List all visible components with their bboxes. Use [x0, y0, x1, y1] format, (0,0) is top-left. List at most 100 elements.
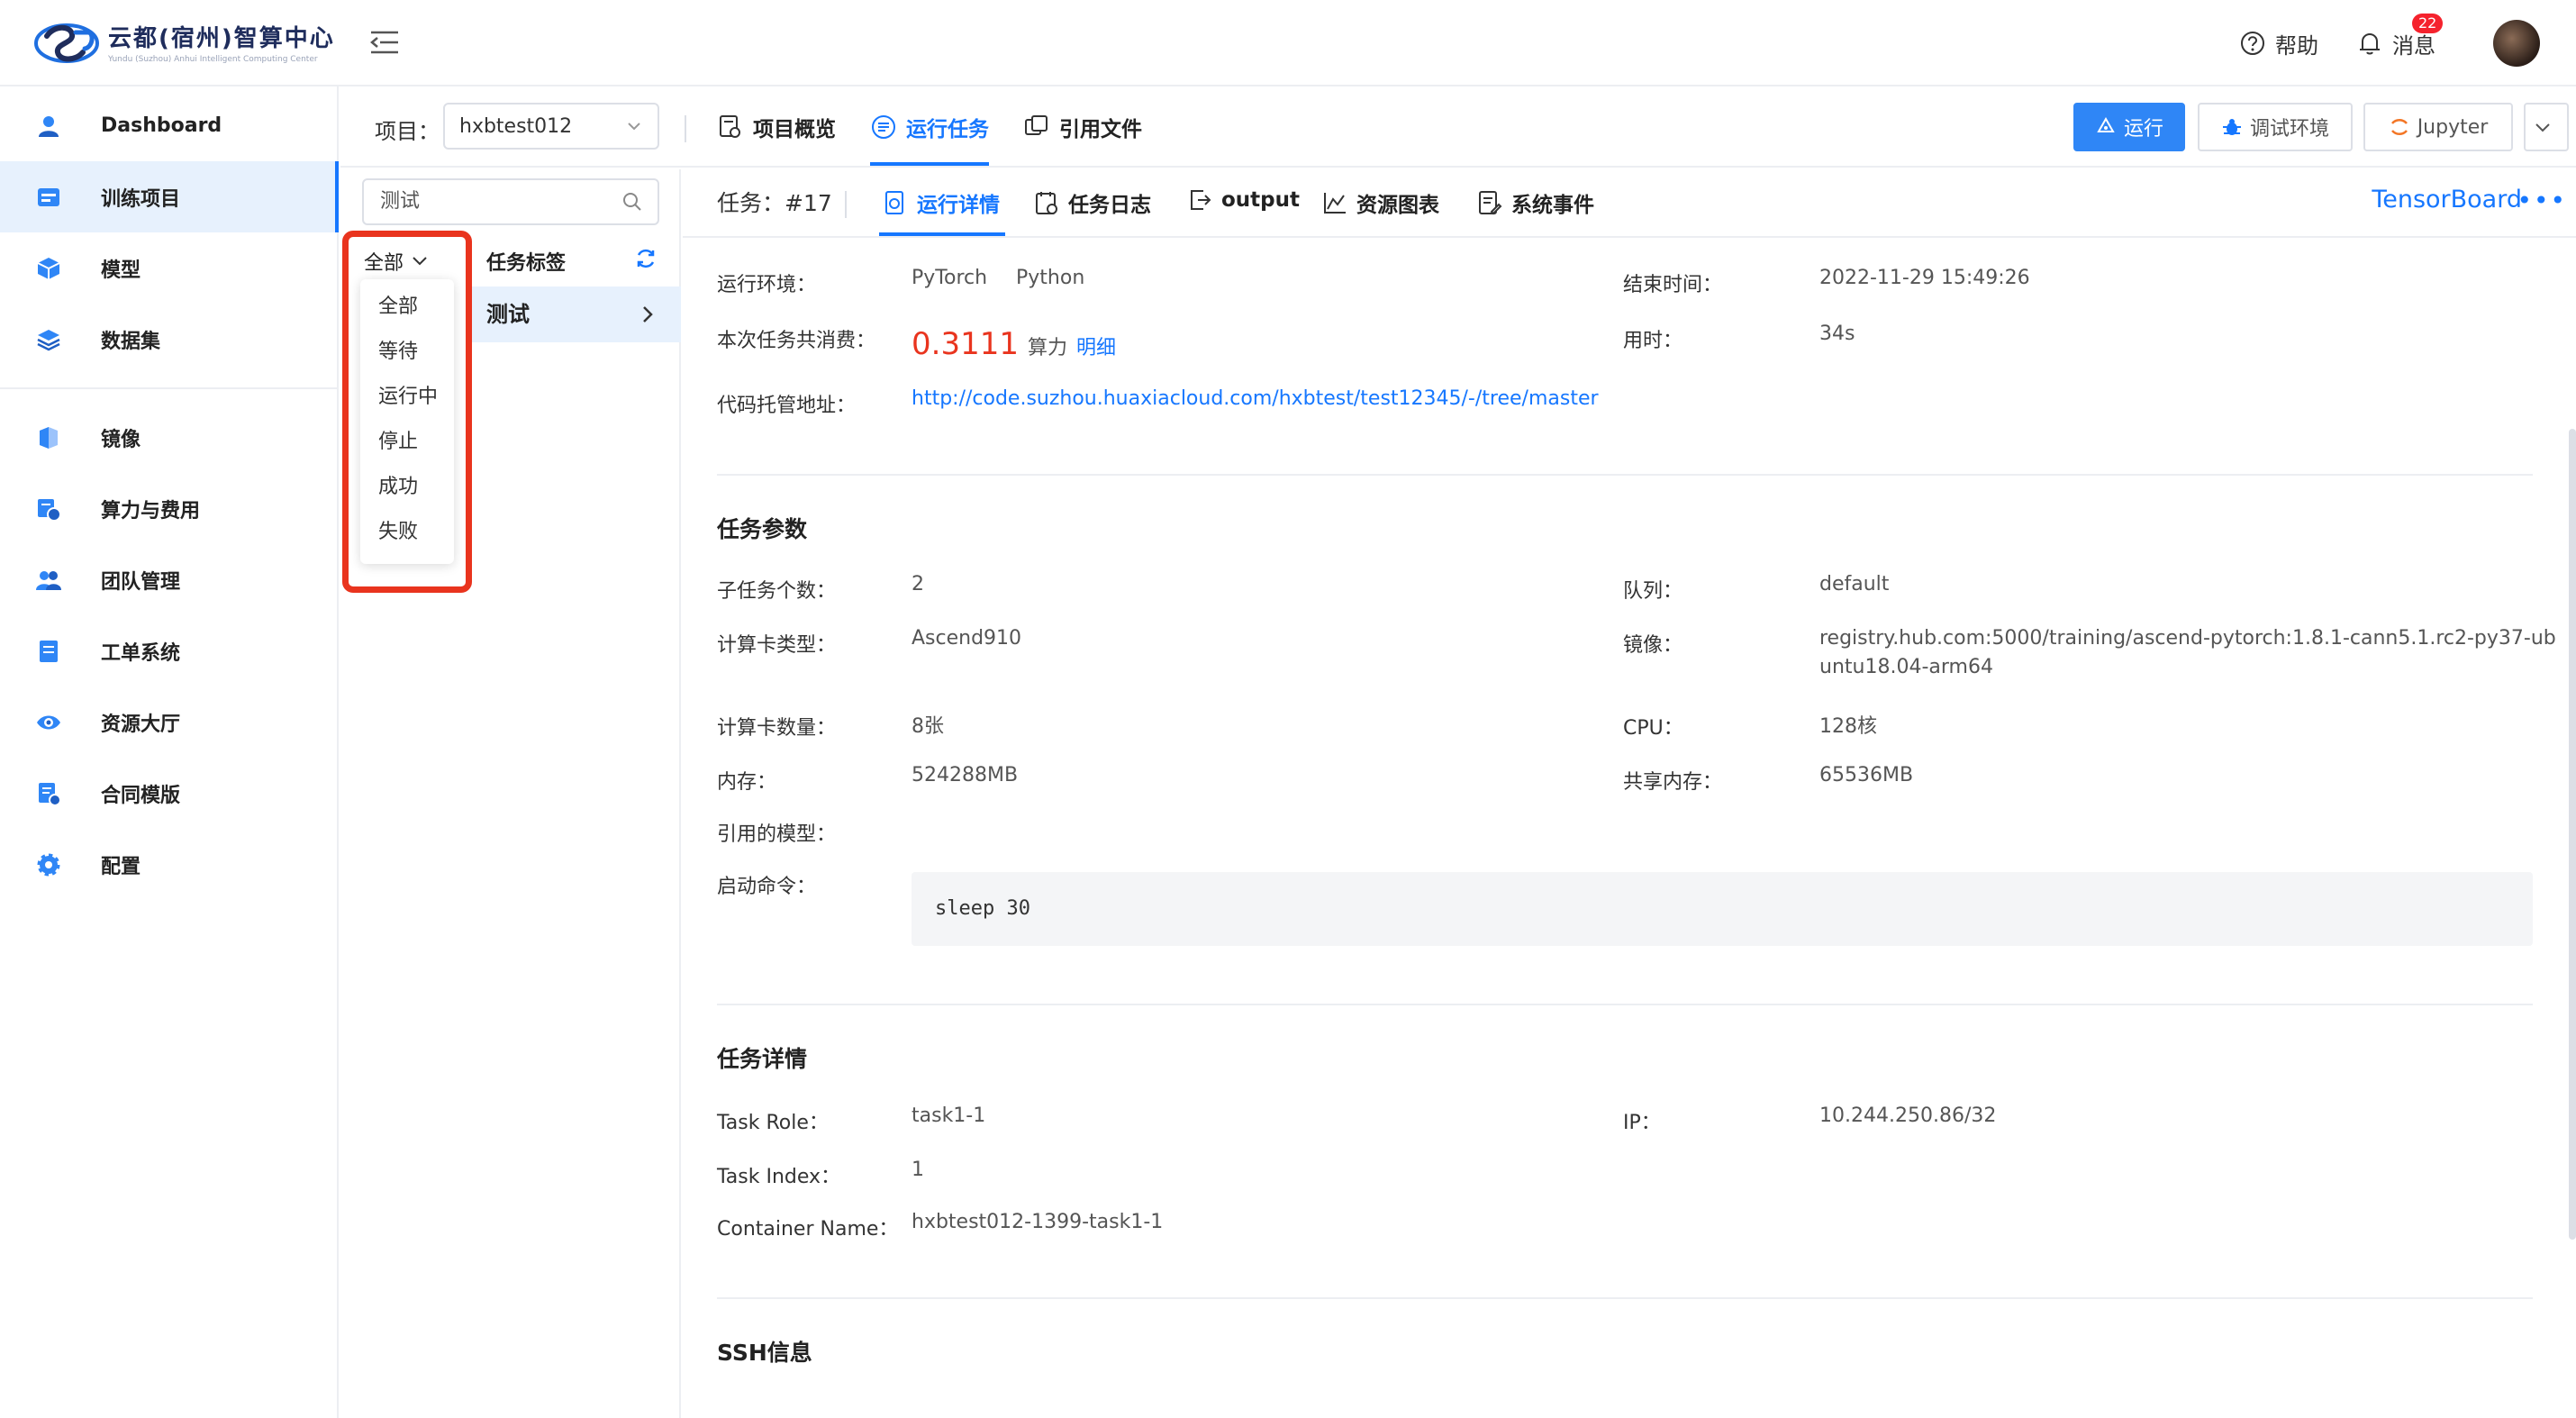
team-icon: [34, 566, 63, 595]
jupyter-button[interactable]: Jupyter: [2363, 103, 2513, 151]
task-tag-item[interactable]: 测试: [467, 286, 681, 342]
task-tag-header: 任务标签: [486, 252, 567, 275]
content-scrollbar[interactable]: [2569, 429, 2576, 1240]
cost-detail-link[interactable]: 明细: [1076, 332, 1116, 360]
status-option-running[interactable]: 运行中: [360, 375, 454, 420]
tab-label: 系统事件: [1511, 194, 1594, 217]
subtask-count-value: 2: [912, 573, 924, 595]
tab-running-tasks[interactable]: 运行任务: [870, 112, 989, 142]
menu-collapse-icon[interactable]: [369, 29, 400, 56]
sidebar-item-images[interactable]: 镜像: [0, 402, 337, 473]
repo-url-link[interactable]: http://code.suzhou.huaxiacloud.com/hxbte…: [912, 387, 1599, 410]
ip-label: IP：: [1623, 1112, 1661, 1134]
tab-label: 资源图表: [1356, 194, 1439, 217]
status-option-success[interactable]: 成功: [360, 465, 454, 510]
tab-referenced-files[interactable]: 引用文件: [1023, 112, 1142, 142]
bug-icon: [2222, 119, 2241, 135]
sidebar-item-label: 数据集: [101, 330, 161, 353]
task-tag-label: 测试: [486, 302, 530, 327]
messages-link[interactable]: 消息 22: [2356, 13, 2444, 59]
container-name-label: Container Name：: [717, 1218, 899, 1241]
project-select[interactable]: hxbtest012: [443, 103, 659, 150]
sidebar-item-team[interactable]: 团队管理: [0, 544, 337, 615]
sidebar-divider: [0, 387, 337, 389]
chevron-down-icon: [628, 123, 640, 131]
divider: [845, 191, 847, 218]
tab-run-details[interactable]: 运行详情: [883, 187, 1000, 218]
status-filter-dropdown[interactable]: 全部: [364, 247, 429, 276]
sidebar-item-tickets[interactable]: 工单系统: [0, 615, 337, 686]
status-option-all[interactable]: 全部: [360, 285, 454, 330]
project-icon: [34, 183, 63, 212]
chevron-right-icon: [643, 306, 653, 323]
search-icon[interactable]: [621, 191, 643, 213]
sidebar-item-settings[interactable]: 配置: [0, 829, 337, 900]
tab-output[interactable]: output: [1187, 187, 1300, 213]
task-title: 任务：#17: [717, 190, 832, 216]
task-details-title: 任务详情: [717, 1046, 808, 1072]
tab-project-overview[interactable]: 项目概览: [717, 112, 836, 142]
tab-system-events[interactable]: 系统事件: [1477, 187, 1594, 218]
sidebar-item-training-projects[interactable]: 训练项目: [0, 161, 339, 232]
env-value-pytorch: PyTorch: [912, 267, 988, 289]
image-label: 镜像：: [1623, 634, 1683, 657]
env-label: 运行环境：: [717, 274, 817, 296]
sidebar-item-billing[interactable]: 算力与费用: [0, 473, 337, 544]
tensorboard-link[interactable]: TensorBoard: [2372, 186, 2522, 214]
messages-badge: 22: [2412, 13, 2444, 33]
debug-env-button[interactable]: 调试环境: [2198, 103, 2353, 151]
sidebar: Dashboard 训练项目 模型 数据集 镜像 算力与费用 团队管理 工单系统…: [0, 86, 339, 1418]
status-option-stopped[interactable]: 停止: [360, 420, 454, 465]
active-tab-indicator: [870, 162, 989, 166]
sidebar-item-models[interactable]: 模型: [0, 232, 337, 304]
brand-title: 云都(宿州)智算中心: [108, 24, 335, 52]
cpu-value: 128核: [1819, 715, 1877, 738]
subtask-count-label: 子任务个数：: [717, 580, 837, 603]
sidebar-item-dashboard[interactable]: Dashboard: [0, 90, 337, 161]
project-bar: 项目： hxbtest012 项目概览 运行任务 引用文件 运行 调试环境 Ju…: [340, 88, 2576, 168]
status-option-failed[interactable]: 失败: [360, 510, 454, 555]
sidebar-item-contracts[interactable]: 合同模版: [0, 758, 337, 829]
shared-memory-label: 共享内存：: [1623, 771, 1723, 794]
gear-icon: [34, 850, 63, 879]
status-dropdown-menu: 全部 等待 运行中 停止 成功 失败: [360, 279, 454, 564]
task-params-title: 任务参数: [717, 516, 808, 542]
more-options-icon[interactable]: •••: [2517, 186, 2567, 215]
command-code-block: sleep 30: [912, 872, 2533, 946]
sidebar-item-datasets[interactable]: 数据集: [0, 304, 337, 375]
section-divider: [717, 1004, 2533, 1005]
sidebar-item-label: 团队管理: [101, 570, 181, 594]
task-search-input[interactable]: 测试: [362, 178, 659, 225]
end-time-label: 结束时间：: [1623, 274, 1723, 296]
cost-summary: 0.3111 算力 明细: [912, 326, 1116, 362]
shared-memory-value: 65536MB: [1819, 764, 1914, 786]
files-icon: [1025, 115, 1048, 135]
sidebar-item-label: 模型: [101, 259, 141, 282]
task-filter-panel: 测试 全部 任务标签 测试 全部 等待 运行中 停止 成功 失败: [340, 169, 681, 1418]
cube-icon: [34, 254, 63, 283]
memory-value: 524288MB: [912, 764, 1019, 786]
refresh-icon[interactable]: [634, 247, 658, 270]
sidebar-item-label: 镜像: [101, 428, 141, 451]
user-avatar[interactable]: [2493, 20, 2540, 67]
sidebar-item-label: 合同模版: [101, 784, 181, 807]
tab-task-logs[interactable]: 任务日志: [1034, 187, 1151, 218]
more-actions-button[interactable]: [2524, 103, 2569, 151]
help-link[interactable]: 帮助: [2239, 28, 2318, 59]
export-icon: [1191, 190, 1211, 210]
sidebar-item-label: 资源大厅: [101, 713, 181, 736]
task-header: 任务：#17 运行详情 任务日志 output 资源图表 系统事件 Tensor…: [683, 169, 2576, 238]
sidebar-item-label: 配置: [101, 855, 141, 878]
task-detail-content: 运行环境： PyTorch Python 结束时间： 2022-11-29 15…: [683, 240, 2576, 1418]
tab-label: 引用文件: [1059, 118, 1142, 141]
brand-logo[interactable]: 云都(宿州)智算中心 Yundu (Suzhou) Anhui Intellig…: [34, 16, 335, 67]
tab-resource-charts[interactable]: 资源图表: [1322, 187, 1439, 218]
status-option-waiting[interactable]: 等待: [360, 330, 454, 375]
container-name-value: hxbtest012-1399-task1-1: [912, 1211, 1164, 1233]
chevron-down-icon: [2535, 123, 2550, 132]
run-button[interactable]: 运行: [2073, 103, 2185, 151]
sidebar-item-label: Dashboard: [101, 114, 222, 137]
chevron-down-icon: [413, 257, 427, 266]
sidebar-item-resource-hall[interactable]: 资源大厅: [0, 686, 337, 758]
log-icon: [1036, 192, 1057, 214]
